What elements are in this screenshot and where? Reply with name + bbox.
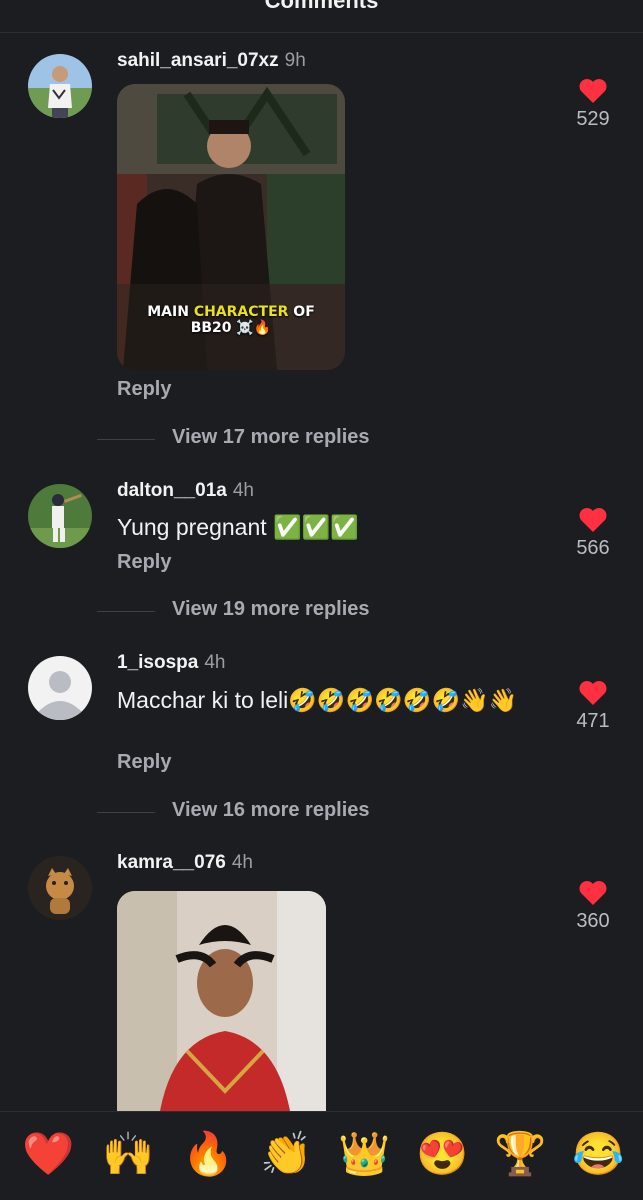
heart-reaction-icon[interactable]: ❤️ — [22, 1130, 74, 1178]
avatar-sahil[interactable] — [28, 54, 92, 118]
gif-caption-highlight: CHARACTER — [193, 304, 289, 320]
divider-line — [97, 812, 155, 813]
avatar-kamra[interactable] — [28, 856, 92, 920]
timestamp: 4h — [231, 852, 253, 873]
comments-header: Comments — [0, 0, 643, 33]
clapping-reaction-icon[interactable]: 👏 — [260, 1130, 312, 1178]
reply-button[interactable]: Reply — [117, 551, 171, 574]
like-button[interactable]: 566 — [563, 507, 623, 560]
comment-header: 1_isospa 4h — [117, 652, 225, 674]
username[interactable]: 1_isospa — [117, 652, 198, 673]
comment-text: Yung pregnant ✅✅✅ — [117, 514, 359, 540]
timestamp: 4h — [232, 480, 254, 501]
like-button[interactable]: 529 — [563, 78, 623, 131]
heart-icon[interactable] — [578, 507, 608, 533]
gif-caption-line2: BB20 ☠️🔥 — [190, 320, 272, 336]
reply-button[interactable]: Reply — [117, 751, 171, 774]
like-count: 529 — [576, 108, 610, 130]
avatar-dalton[interactable] — [28, 484, 92, 548]
heart-icon[interactable] — [578, 880, 608, 906]
tears-of-joy-reaction-icon[interactable]: 😂 — [572, 1130, 624, 1178]
reply-button[interactable]: Reply — [117, 378, 171, 401]
gif-caption-part: OF — [288, 304, 315, 320]
gif-caption-part: MAIN — [147, 304, 194, 320]
timestamp: 4h — [204, 652, 226, 673]
view-more-label[interactable]: View 17 more replies — [172, 426, 370, 449]
comment-gif[interactable]: MAIN CHARACTER OF BB20 ☠️🔥 — [117, 84, 345, 370]
heart-icon[interactable] — [578, 78, 608, 104]
crown-reaction-icon[interactable]: 👑 — [338, 1130, 390, 1178]
like-count: 566 — [576, 537, 610, 559]
heart-icon[interactable] — [578, 680, 608, 706]
like-button[interactable]: 471 — [563, 680, 623, 733]
trophy-reaction-icon[interactable]: 🏆 — [494, 1130, 546, 1178]
like-count: 471 — [576, 710, 610, 732]
default-avatar-icon — [28, 656, 92, 720]
raising-hands-reaction-icon[interactable]: 🙌 — [102, 1130, 154, 1178]
comment-header: kamra__076 4h — [117, 852, 253, 874]
comment-header: sahil_ansari_07xz 9h — [117, 50, 306, 72]
like-count: 360 — [576, 910, 610, 932]
avatar-default[interactable] — [28, 656, 92, 720]
comment-header: dalton__01a 4h — [117, 480, 254, 502]
gif-caption: MAIN CHARACTER OF BB20 ☠️🔥 — [117, 304, 345, 336]
like-button[interactable]: 360 — [563, 880, 623, 933]
header-title: Comments — [264, 0, 379, 13]
view-more-label[interactable]: View 16 more replies — [172, 799, 370, 822]
username[interactable]: sahil_ansari_07xz — [117, 50, 279, 71]
timestamp: 9h — [284, 50, 306, 71]
username[interactable]: dalton__01a — [117, 480, 227, 501]
view-more-label[interactable]: View 19 more replies — [172, 598, 370, 621]
comment-text: Macchar ki to leli🤣🤣🤣🤣🤣🤣👋👋 — [117, 687, 518, 713]
heart-eyes-reaction-icon[interactable]: 😍 — [416, 1130, 468, 1178]
divider-line — [97, 611, 155, 612]
username[interactable]: kamra__076 — [117, 852, 226, 873]
comment-gif[interactable] — [117, 891, 326, 1131]
quick-reaction-bar: ❤️ 🙌 🔥 👏 👑 😍 🏆 😂 — [0, 1111, 643, 1200]
divider-line — [97, 439, 155, 440]
fire-reaction-icon[interactable]: 🔥 — [182, 1130, 234, 1178]
